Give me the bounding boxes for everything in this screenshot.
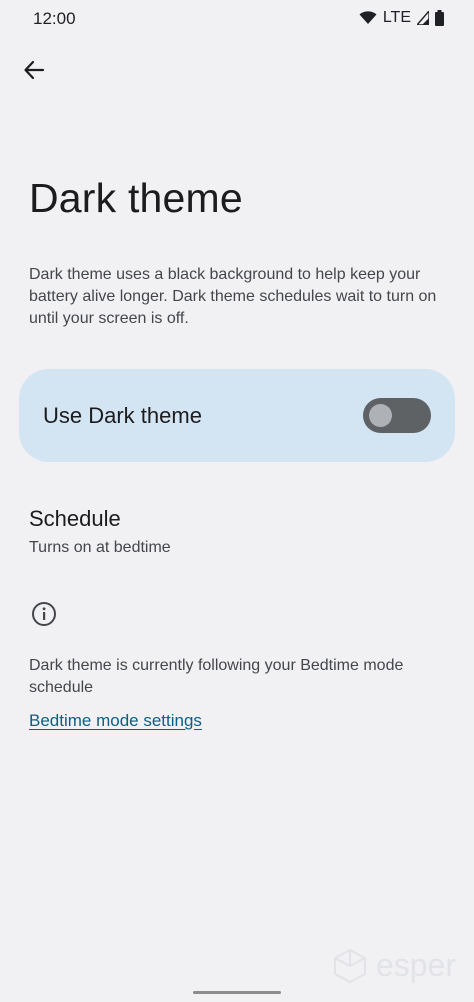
page-title: Dark theme (29, 175, 243, 221)
schedule-summary: Turns on at bedtime (29, 539, 171, 556)
info-text: Dark theme is currently following your B… (29, 657, 404, 696)
esper-logo-icon (333, 948, 366, 983)
toggle-label: Use Dark theme (43, 402, 202, 428)
navigation-handle[interactable] (193, 991, 281, 994)
network-type: LTE (382, 9, 411, 26)
use-dark-theme-toggle-row[interactable]: Use Dark theme (19, 369, 455, 462)
bedtime-mode-settings-link[interactable]: Bedtime mode settings (29, 711, 202, 731)
signal-icon (417, 11, 429, 25)
arrow-left-icon (24, 60, 45, 80)
switch-knob (369, 404, 392, 427)
status-icons: LTE (359, 9, 444, 27)
info-icon (32, 602, 56, 626)
schedule-setting[interactable]: Schedule Turns on at bedtime (0, 496, 474, 568)
dark-theme-switch[interactable] (363, 398, 431, 433)
wifi-icon (359, 11, 377, 24)
schedule-title: Schedule (29, 506, 121, 531)
watermark-text: esper (375, 947, 456, 983)
battery-icon (435, 10, 444, 26)
back-button[interactable] (14, 50, 54, 90)
status-time: 12:00 (33, 9, 76, 28)
page-description: Dark theme uses a black background to he… (29, 266, 437, 327)
status-bar: 12:00 LTE (0, 0, 474, 38)
watermark: esper (332, 947, 456, 984)
